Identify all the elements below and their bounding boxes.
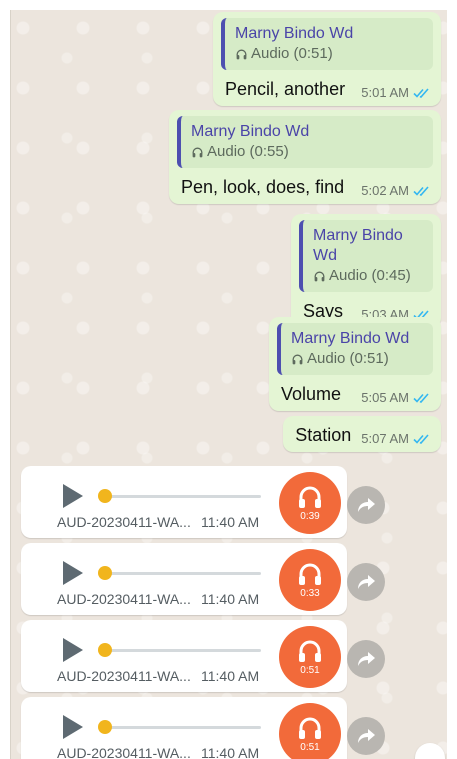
- play-icon[interactable]: [63, 561, 83, 585]
- message-time: 5:02 AM: [361, 183, 409, 198]
- quote-audio-label: Audio (0:45): [329, 267, 411, 284]
- forward-icon: [358, 729, 375, 743]
- audio-avatar: 0:51: [279, 703, 341, 759]
- message-bubble[interactable]: Station 5:07 AM: [283, 416, 441, 452]
- headphones-icon: [299, 486, 321, 508]
- message-text: Pen, look, does, find: [181, 177, 345, 197]
- message-text: Pencil, another: [225, 79, 346, 99]
- audio-duration: 0:51: [300, 741, 320, 753]
- message-time: 5:05 AM: [361, 390, 409, 405]
- audio-time: 11:40 AM: [201, 668, 260, 684]
- audio-duration: 0:33: [300, 587, 320, 599]
- audio-duration: 0:51: [300, 664, 320, 676]
- quote-audio-label: Audio (0:51): [307, 350, 389, 367]
- headphones-icon: [292, 354, 303, 364]
- headphones-icon: [192, 147, 203, 157]
- audio-message[interactable]: AUD-20230411-WA... 11:40 AM 0:33: [21, 543, 347, 615]
- chat-background: Marny Bindo Wd Audio (0:51) Pencil, anot…: [10, 10, 447, 759]
- double-check-icon: [413, 392, 431, 404]
- headphones-icon: [314, 271, 325, 281]
- double-check-icon: [413, 87, 431, 99]
- audio-time: 11:40 AM: [201, 591, 260, 607]
- headphones-icon: [299, 717, 321, 739]
- audio-progress-knob[interactable]: [98, 720, 112, 734]
- message-bubble[interactable]: Marny Bindo Wd Audio (0:45) Says 5:03 AM: [291, 214, 441, 328]
- audio-file-name: AUD-20230411-WA...: [57, 591, 191, 607]
- audio-progress-track[interactable]: [105, 572, 261, 575]
- audio-progress-knob[interactable]: [98, 643, 112, 657]
- forward-button[interactable]: [347, 563, 385, 601]
- play-icon[interactable]: [63, 715, 83, 739]
- forward-button[interactable]: [347, 486, 385, 524]
- audio-progress-knob[interactable]: [98, 489, 112, 503]
- quoted-message[interactable]: Marny Bindo Wd Audio (0:55): [177, 116, 433, 168]
- double-check-icon: [413, 433, 431, 445]
- audio-time: 11:40 AM: [201, 745, 260, 759]
- audio-message[interactable]: AUD-20230411-WA... 11:40 AM 0:51: [21, 620, 347, 692]
- audio-duration: 0:39: [300, 510, 320, 522]
- forward-button[interactable]: [347, 717, 385, 755]
- play-icon[interactable]: [63, 484, 83, 508]
- quote-sender-name: Marny Bindo Wd: [291, 330, 410, 347]
- scroll-down-button[interactable]: [415, 743, 445, 759]
- message-text: Station: [295, 425, 352, 445]
- audio-time: 11:40 AM: [201, 514, 260, 530]
- headphones-icon: [299, 563, 321, 585]
- double-check-icon: [413, 185, 431, 197]
- headphones-icon: [299, 640, 321, 662]
- quote-audio-label: Audio (0:51): [251, 45, 333, 62]
- quoted-message[interactable]: Marny Bindo Wd Audio (0:45): [299, 220, 433, 292]
- audio-avatar: 0:51: [279, 626, 341, 688]
- audio-file-name: AUD-20230411-WA...: [57, 668, 191, 684]
- message-bubble[interactable]: Marny Bindo Wd Audio (0:51) Volume 5:05 …: [269, 317, 441, 411]
- quote-audio-label: Audio (0:55): [207, 143, 289, 160]
- message-text: Volume: [281, 384, 342, 404]
- forward-icon: [358, 652, 375, 666]
- quoted-message[interactable]: Marny Bindo Wd Audio (0:51): [277, 323, 433, 375]
- message-time: 5:07 AM: [361, 431, 409, 446]
- headphones-icon: [236, 49, 247, 59]
- play-icon[interactable]: [63, 638, 83, 662]
- forward-icon: [358, 575, 375, 589]
- quoted-message[interactable]: Marny Bindo Wd Audio (0:51): [221, 18, 433, 70]
- audio-progress-track[interactable]: [105, 495, 261, 498]
- audio-progress-track[interactable]: [105, 726, 261, 729]
- audio-avatar: 0:33: [279, 549, 341, 611]
- audio-file-name: AUD-20230411-WA...: [57, 745, 191, 759]
- message-bubble[interactable]: Marny Bindo Wd Audio (0:51) Pencil, anot…: [213, 12, 441, 106]
- audio-progress-knob[interactable]: [98, 566, 112, 580]
- audio-message[interactable]: AUD-20230411-WA... 11:40 AM 0:51: [21, 697, 347, 759]
- audio-avatar: 0:39: [279, 472, 341, 534]
- forward-icon: [358, 498, 375, 512]
- quote-sender-name: Marny Bindo Wd: [235, 25, 354, 42]
- audio-progress-track[interactable]: [105, 649, 261, 652]
- message-bubble[interactable]: Marny Bindo Wd Audio (0:55) Pen, look, d…: [169, 110, 441, 204]
- quote-sender-name: Marny Bindo Wd: [313, 227, 403, 264]
- audio-file-name: AUD-20230411-WA...: [57, 514, 191, 530]
- message-time: 5:01 AM: [361, 85, 409, 100]
- quote-sender-name: Marny Bindo Wd: [191, 123, 310, 140]
- audio-message[interactable]: AUD-20230411-WA... 11:40 AM 0:39: [21, 466, 347, 538]
- forward-button[interactable]: [347, 640, 385, 678]
